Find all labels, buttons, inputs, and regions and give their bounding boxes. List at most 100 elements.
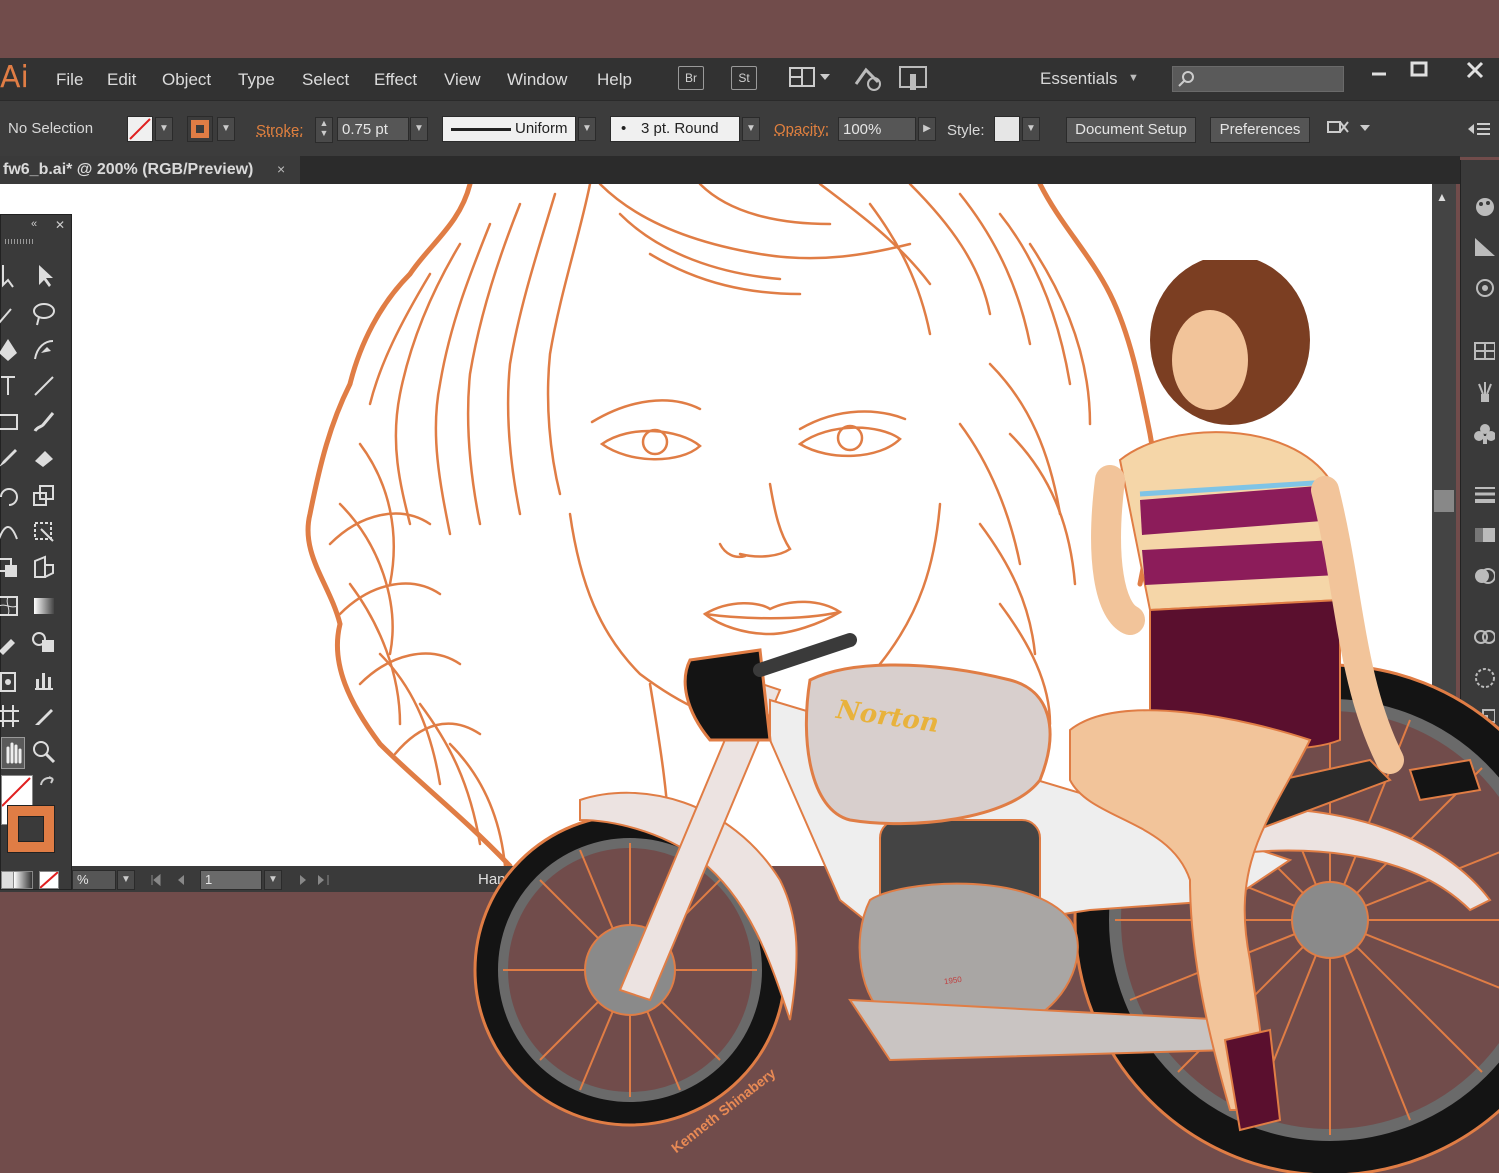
style-dropdown[interactable]: ▼ [1022,117,1040,141]
scale-tool-icon[interactable] [31,483,57,509]
menu-window[interactable]: Window [507,70,567,90]
none-mode-icon[interactable] [39,871,59,889]
hand-tool-active[interactable] [1,737,25,769]
profile-label: Uniform [515,120,568,137]
document-tab[interactable]: fw6_b.ai* @ 200% (RGB/Preview) × [0,156,300,184]
artboard-dropdown[interactable]: ▼ [264,870,282,890]
symbol-sprayer-tool-icon[interactable] [0,667,21,693]
magic-wand-tool-icon[interactable] [0,301,21,327]
minimize-icon[interactable] [1368,62,1392,82]
lasso-tool-icon[interactable] [31,301,57,327]
close-tab-icon[interactable]: × [277,161,285,177]
stroke-weight-dropdown[interactable]: ▼ [410,117,428,141]
document-setup-button[interactable]: Document Setup [1066,117,1196,143]
stroke-stepper[interactable]: ▲ ▼ [315,117,333,143]
preferences-button[interactable]: Preferences [1210,117,1310,143]
opacity-field[interactable]: 100% [838,117,916,141]
bridge-button[interactable]: Br [678,66,704,90]
close-panel-icon[interactable]: ✕ [55,218,65,232]
color-panel-icon[interactable] [1473,196,1495,218]
gradient-mode-icon[interactable] [13,871,33,889]
menu-help[interactable]: Help [597,70,632,90]
swap-fill-stroke-icon[interactable] [37,775,63,801]
document-tab-title: fw6_b.ai* @ 200% (RGB/Preview) [3,161,254,178]
stroke-color-box[interactable] [7,805,55,853]
search-input[interactable] [1172,66,1344,92]
brush-definition[interactable]: • 3 pt. Round [610,116,740,142]
document-tab-bar: fw6_b.ai* @ 200% (RGB/Preview) × [0,156,1460,184]
fill-dropdown[interactable]: ▼ [155,117,173,141]
collapse-panel-icon[interactable]: « [31,218,37,230]
artboard-nav-prev-icon[interactable] [150,873,198,887]
menu-edit[interactable]: Edit [107,70,136,90]
opacity-label[interactable]: Opacity: [774,121,829,138]
tools-panel: « ✕ [0,214,72,890]
artboard-number-field[interactable]: 1 [200,870,262,890]
arrange-documents-icon[interactable] [788,66,832,90]
touch-workspace-icon[interactable] [898,64,930,92]
pencil-tool-icon[interactable] [0,445,21,471]
rectangle-tool-icon[interactable] [0,409,21,435]
style-label: Style: [947,122,985,139]
menu-type[interactable]: Type [238,70,275,90]
mesh-tool-icon[interactable] [0,593,21,619]
brush-dropdown[interactable]: ▼ [742,117,760,141]
perspective-grid-tool-icon[interactable] [31,555,57,581]
blend-tool-icon[interactable] [31,629,57,655]
width-tool-icon[interactable] [0,519,21,545]
artboard-nav-next-icon[interactable] [296,873,340,887]
panel-grip[interactable] [5,239,35,244]
fill-swatch[interactable] [127,116,153,142]
selection-tool-icon[interactable] [0,263,21,289]
paintbrush-tool-icon[interactable] [31,409,57,435]
close-icon[interactable] [1464,60,1488,80]
stroke-weight-field[interactable]: 0.75 pt [337,117,409,141]
shape-builder-tool-icon[interactable] [0,555,21,581]
menu-file[interactable]: File [56,70,83,90]
stroke-dropdown[interactable]: ▼ [217,117,235,141]
scroll-up-icon[interactable]: ▲ [1436,190,1448,204]
motorcycle-pinup-illustration [473,260,1499,1173]
menu-object[interactable]: Object [162,70,211,90]
artboard-tool-icon[interactable] [0,703,21,729]
pen-tool-icon[interactable] [0,337,21,363]
profile-dropdown[interactable]: ▼ [578,117,596,141]
gpu-performance-icon[interactable] [852,64,886,92]
none-swatch-icon [129,118,151,140]
direct-selection-tool-icon[interactable] [31,263,57,289]
menu-view[interactable]: View [444,70,481,90]
eyedropper-tool-icon[interactable] [0,629,21,655]
type-tool-icon[interactable] [0,373,21,399]
selection-status: No Selection [8,120,94,137]
brush-label: 3 pt. Round [641,120,719,137]
column-graph-tool-icon[interactable] [31,667,57,693]
curvature-tool-icon[interactable] [31,337,57,363]
free-transform-tool-icon[interactable] [31,519,57,545]
slice-tool-icon[interactable] [31,703,57,729]
panel-menu-icon[interactable] [1466,121,1492,137]
menu-select[interactable]: Select [302,70,349,90]
chevron-down-icon[interactable]: ▼ [1128,72,1139,84]
graphic-style-swatch[interactable] [994,116,1020,142]
gradient-tool-icon[interactable] [31,593,57,619]
maximize-icon[interactable] [1408,60,1432,80]
eraser-tool-icon[interactable] [31,445,57,471]
hand-tool-icon [6,742,22,764]
menu-effect[interactable]: Effect [374,70,417,90]
color-guide-icon[interactable] [1473,236,1495,258]
zoom-field[interactable]: % [72,870,116,890]
variable-width-profile[interactable]: Uniform [442,116,576,142]
stroke-label[interactable]: Stroke: [256,122,304,139]
zoom-tool-icon[interactable] [31,739,57,765]
rotate-tool-icon[interactable] [0,483,21,509]
workspace-switcher[interactable]: Essentials [1040,69,1117,89]
stock-button[interactable]: St [731,66,757,90]
arrange-icon[interactable] [1326,118,1372,140]
search-icon [1178,71,1194,87]
brush-bullet-icon: • [621,120,627,137]
opacity-arrow[interactable]: ▶ [918,117,936,141]
stroke-swatch[interactable] [187,116,213,142]
zoom-dropdown[interactable]: ▼ [117,870,135,890]
line-tool-icon[interactable] [31,373,57,399]
stroke-color-icon [191,120,209,138]
